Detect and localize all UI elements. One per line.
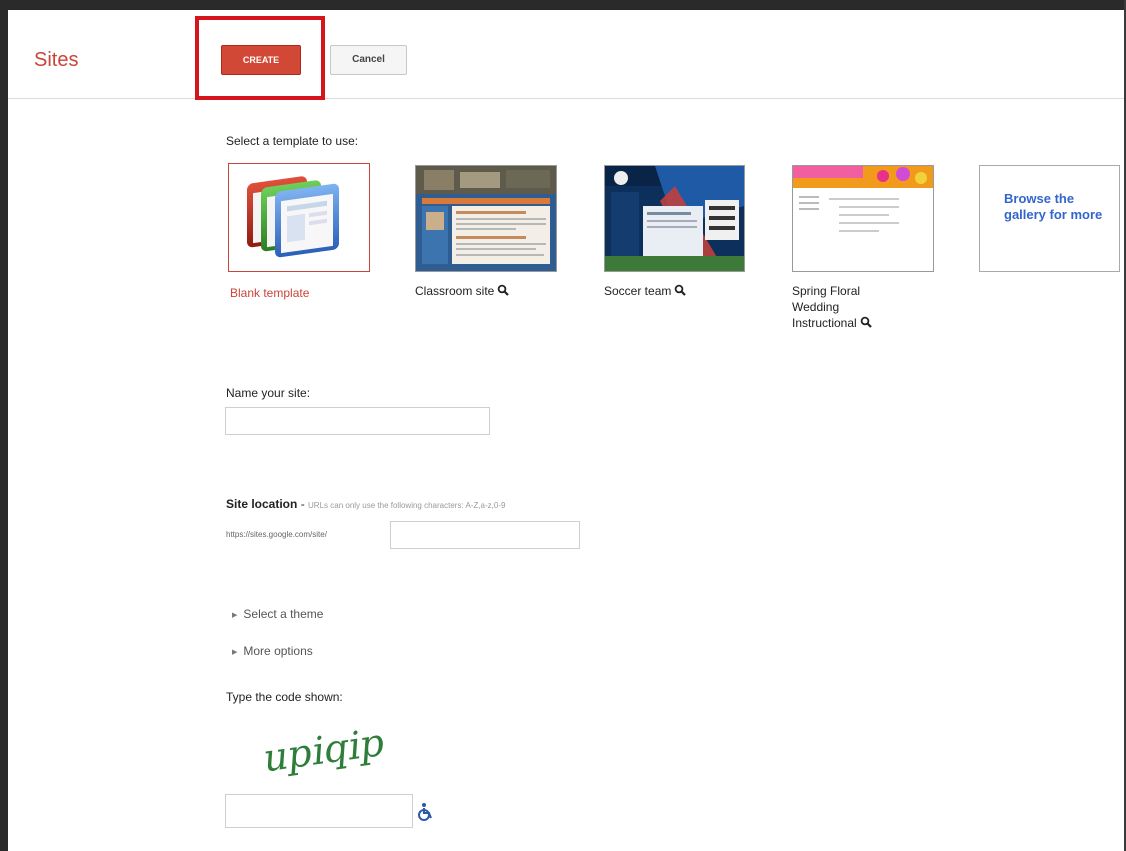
template-soccer[interactable]: [604, 165, 745, 272]
classroom-thumbnail-image: [416, 166, 556, 271]
template-heading: Select a template to use:: [226, 134, 359, 148]
soccer-thumbnail-image: [605, 166, 744, 271]
template-soccer-name: Soccer team: [604, 284, 672, 298]
select-theme-label: Select a theme: [243, 607, 324, 621]
app-title: Sites: [34, 49, 79, 71]
template-soccer-label[interactable]: Soccer team: [604, 283, 687, 299]
template-floral-line-2: Wedding: [792, 300, 840, 314]
captcha-text: upiqip: [263, 720, 387, 780]
template-blank-label[interactable]: Blank template: [230, 285, 309, 301]
template-floral-line-1: Spring Floral: [792, 284, 861, 298]
site-location-row: Site location - URLs can only use the fo…: [226, 497, 505, 511]
cancel-button[interactable]: Cancel: [330, 45, 407, 75]
magnifier-icon[interactable]: [674, 284, 687, 296]
blank-template-icon: [247, 176, 339, 258]
template-floral-line-3-row: Instructional: [792, 315, 872, 331]
site-location-separator: -: [300, 497, 305, 511]
template-classroom-label[interactable]: Classroom site: [415, 283, 510, 299]
site-name-input[interactable]: [225, 407, 490, 435]
wheelchair-icon[interactable]: [416, 802, 436, 822]
expand-triangle-icon: ▶: [232, 649, 238, 656]
site-location-hint: URLs can only use the following characte…: [308, 501, 506, 510]
template-classroom-name: Classroom site: [415, 284, 495, 298]
more-options-toggle[interactable]: ▶ More options: [232, 644, 313, 658]
captcha-label: Type the code shown:: [226, 690, 343, 704]
site-location-input[interactable]: [390, 521, 580, 549]
template-floral-line-3: Instructional: [792, 316, 857, 330]
window-top-border: [0, 0, 1126, 10]
captcha-image: upiqip: [263, 720, 387, 780]
template-classroom[interactable]: [415, 165, 557, 272]
captcha-input[interactable]: [225, 794, 413, 828]
header-divider: [8, 98, 1124, 99]
template-floral-label[interactable]: Spring Floral Wedding Instructional: [792, 283, 872, 331]
more-options-label: More options: [243, 644, 313, 658]
template-blank[interactable]: [228, 163, 370, 272]
magnifier-icon[interactable]: [497, 284, 510, 296]
expand-triangle-icon: ▶: [232, 612, 238, 619]
browse-gallery-button[interactable]: Browse the gallery for more: [979, 165, 1120, 272]
site-url-prefix: https://sites.google.com/site/: [226, 530, 327, 539]
site-location-label: Site location: [226, 497, 298, 511]
browse-gallery-label[interactable]: Browse the gallery for more: [1004, 191, 1114, 223]
template-floral-wedding[interactable]: [792, 165, 934, 272]
select-theme-toggle[interactable]: ▶ Select a theme: [232, 607, 323, 621]
site-name-label: Name your site:: [226, 386, 311, 400]
magnifier-icon[interactable]: [860, 316, 872, 328]
window-left-border: [0, 0, 8, 851]
floral-thumbnail-image: [793, 166, 933, 271]
create-button-highlight: [195, 16, 325, 100]
